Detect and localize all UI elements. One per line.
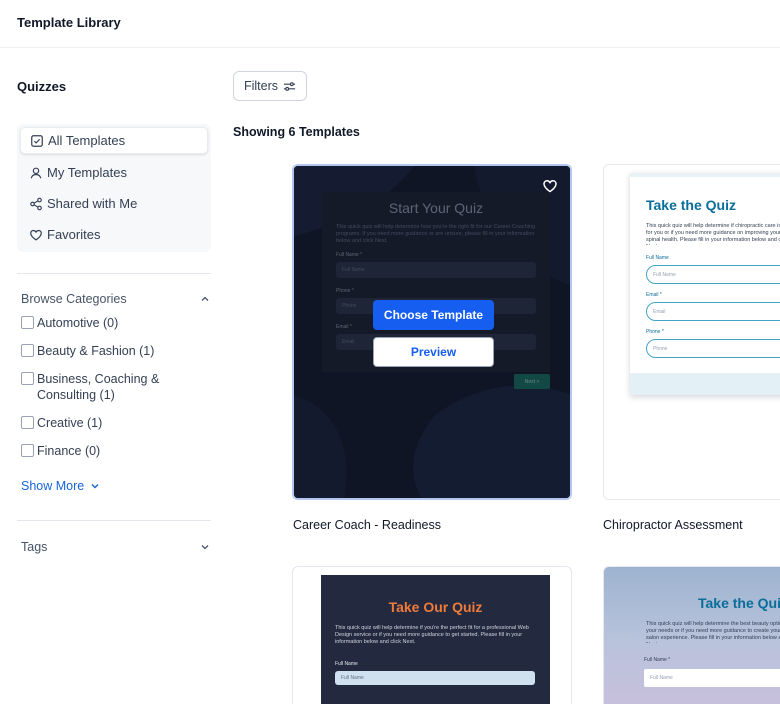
category-beauty-fashion[interactable]: Beauty & Fashion (1) xyxy=(21,343,211,359)
template-name: Chiropractor Assessment xyxy=(603,518,743,532)
sidebar-item-label: Favorites xyxy=(47,227,101,242)
sidebar-item-all-templates[interactable]: All Templates xyxy=(20,127,208,154)
sliders-icon xyxy=(283,81,296,91)
field-label: Email * xyxy=(646,292,662,298)
field-label: Phone * xyxy=(646,329,664,335)
full-name-field: Full Name xyxy=(646,265,780,284)
sidebar-item-favorites[interactable]: Favorites xyxy=(20,221,208,248)
category-label: Finance (0) xyxy=(37,444,101,458)
top-bar: Template Library xyxy=(0,0,780,48)
browse-categories-toggle[interactable]: Browse Categories xyxy=(21,290,211,308)
quiz-description: This quick quiz will help determine the … xyxy=(646,621,780,643)
full-name-field: Full Name xyxy=(335,671,535,685)
quiz-title: Take the Quiz xyxy=(646,197,736,213)
sidebar-item-label: Shared with Me xyxy=(47,196,138,211)
field-label: Full Name xyxy=(646,255,669,261)
page-title: Template Library xyxy=(17,15,121,30)
category-checkbox[interactable] xyxy=(21,444,34,457)
sidebar-heading: Quizzes xyxy=(17,79,67,94)
template-name: Career Coach - Readiness xyxy=(293,518,441,532)
checkbox-icon xyxy=(31,134,43,147)
template-preview: Take the Quiz This quick quiz will help … xyxy=(630,173,780,395)
template-card-chiropractor[interactable]: Take the Quiz This quick quiz will help … xyxy=(603,164,780,500)
share-icon xyxy=(30,197,42,210)
full-name-field: Full Name xyxy=(644,669,780,687)
preview-topband xyxy=(630,173,780,177)
tags-toggle[interactable]: Tags xyxy=(21,538,211,556)
user-icon xyxy=(30,167,42,178)
chevron-down-icon xyxy=(201,545,209,550)
heart-icon[interactable] xyxy=(542,178,558,194)
heart-icon xyxy=(30,229,42,241)
preview-footer xyxy=(630,373,780,395)
tags-label: Tags xyxy=(21,540,48,554)
category-checkbox[interactable] xyxy=(21,416,34,429)
field-label: Full Name xyxy=(335,661,358,667)
filters-label: Filters xyxy=(243,79,279,93)
category-business-coaching[interactable]: Business, Coaching & Consulting (1) xyxy=(21,371,171,403)
choose-template-button[interactable]: Choose Template xyxy=(373,300,494,330)
chevron-down-icon xyxy=(91,484,99,489)
sidebar-nav: All Templates My Templates Shared with M… xyxy=(17,124,211,252)
template-card-career-coach[interactable]: Start Your Quiz This quick quiz will hel… xyxy=(292,164,572,500)
category-label: Business, Coaching & Consulting (1) xyxy=(37,372,160,402)
category-checkbox[interactable] xyxy=(21,344,34,357)
divider xyxy=(17,520,211,521)
quiz-description: This quick quiz will help determine if c… xyxy=(646,223,780,245)
category-label: Automotive (0) xyxy=(37,316,119,330)
show-more-link[interactable]: Show More xyxy=(21,479,101,493)
category-label: Beauty & Fashion (1) xyxy=(37,344,155,358)
category-finance[interactable]: Finance (0) xyxy=(21,443,211,459)
sidebar-item-label: My Templates xyxy=(47,165,127,180)
results-count: Showing 6 Templates xyxy=(233,125,360,139)
sidebar-item-label: All Templates xyxy=(48,133,126,148)
quiz-title: Take Our Quiz xyxy=(388,599,483,615)
hover-overlay xyxy=(294,166,570,498)
template-card-salon[interactable]: Take the Quiz This quick quiz will help … xyxy=(603,566,780,704)
category-checkbox[interactable] xyxy=(21,372,34,385)
quiz-title: Take the Quiz xyxy=(698,595,780,611)
sidebar-item-shared-with-me[interactable]: Shared with Me xyxy=(20,190,208,217)
browse-categories-label: Browse Categories xyxy=(21,292,127,306)
show-more-label: Show More xyxy=(21,479,85,493)
category-creative[interactable]: Creative (1) xyxy=(21,415,211,431)
main-content: Filters Showing 6 Templates Start Your Q… xyxy=(225,48,780,704)
sidebar: Quizzes All Templates My Templates Share… xyxy=(0,48,225,704)
quiz-description: This quick quiz will help determine if y… xyxy=(335,625,529,645)
preview-button[interactable]: Preview xyxy=(373,337,494,367)
filters-button[interactable]: Filters xyxy=(233,71,307,101)
category-automotive[interactable]: Automotive (0) xyxy=(21,315,211,331)
phone-field: Phone xyxy=(646,339,780,358)
category-label: Creative (1) xyxy=(37,416,103,430)
template-preview: Take Our Quiz This quick quiz will help … xyxy=(321,575,550,704)
category-checkbox[interactable] xyxy=(21,316,34,329)
sidebar-item-my-templates[interactable]: My Templates xyxy=(20,159,208,186)
field-label: Full Name * xyxy=(644,657,671,663)
chevron-up-icon xyxy=(201,296,209,301)
divider xyxy=(17,273,211,274)
template-card-web-design[interactable]: Take Our Quiz This quick quiz will help … xyxy=(292,566,572,704)
template-preview: Take the Quiz This quick quiz will help … xyxy=(604,567,780,704)
email-field: Email xyxy=(646,302,780,321)
